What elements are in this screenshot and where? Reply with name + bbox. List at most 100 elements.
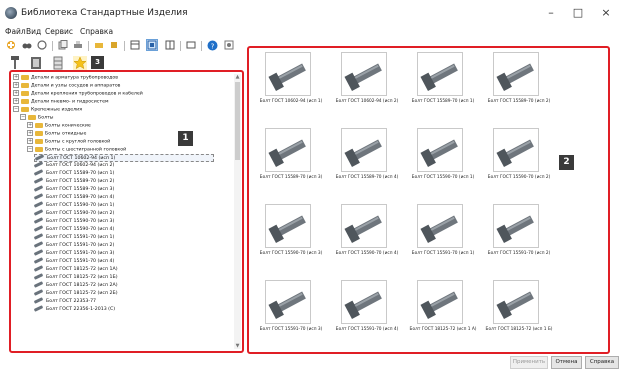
folder-icon <box>21 106 29 112</box>
bolt-icon <box>33 161 44 168</box>
tree-folder-item[interactable]: + Болты откидные <box>27 130 86 138</box>
tree-folder-item[interactable]: + Детали пневмо- и гидросистем <box>13 98 109 106</box>
minimize-button[interactable]: – <box>542 5 560 21</box>
table-icon[interactable] <box>164 39 176 51</box>
tree-leaf-item[interactable]: Болт ГОСТ 22356-1-2013 (С) <box>33 305 115 314</box>
grid-tile[interactable]: Болт ГОСТ 15589-70 (исп 1) <box>405 52 481 122</box>
tree-folder-item[interactable]: + Болты с круглой головкой <box>27 138 110 146</box>
tree-leaf-item[interactable]: Болт ГОСТ 15591-70 (исп 3) <box>33 249 114 258</box>
tree-leaf-item[interactable]: Болт ГОСТ 18125-72 (исп 2А) <box>33 281 118 290</box>
favorites-star-icon[interactable] <box>73 56 87 70</box>
tree-folder-item[interactable]: − Крепежные изделия <box>13 106 82 114</box>
table-view-icon[interactable] <box>185 39 197 51</box>
tree-leaf-item[interactable]: Болт ГОСТ 15591-70 (исп 4) <box>33 257 114 266</box>
tree-leaf-item[interactable]: Болт ГОСТ 15590-70 (исп 2) <box>33 209 114 218</box>
table-config-icon[interactable] <box>51 56 65 70</box>
settings-icon[interactable] <box>223 39 235 51</box>
tree-leaf-item[interactable]: Болт ГОСТ 15589-70 (исп 4) <box>33 193 114 202</box>
grid-tile[interactable]: Болт ГОСТ 18125-72 (исп 1 Б) <box>481 280 557 350</box>
grid-tile-caption: Болт ГОСТ 15591-70 (исп 3) <box>259 327 323 332</box>
collapse-icon[interactable]: − <box>13 106 19 112</box>
filter-icon[interactable] <box>36 39 48 51</box>
tree-item-label: Болт ГОСТ 18125-72 (исп 1А) <box>46 267 118 272</box>
grid-tile[interactable]: Болт ГОСТ 10602-94 (исп 2) <box>329 52 405 122</box>
view-list-icon[interactable] <box>129 39 141 51</box>
tree-folder-item[interactable]: + Детали и арматура трубопроводов <box>13 74 118 82</box>
menu-view[interactable]: Вид <box>26 27 41 36</box>
expand-icon[interactable]: + <box>27 122 33 128</box>
expand-icon[interactable]: + <box>13 98 19 104</box>
bolt-thumbnail-icon <box>493 204 539 248</box>
tree-leaf-item[interactable]: Болт ГОСТ 15589-70 (исп 2) <box>33 177 114 186</box>
grid-tile[interactable]: Болт ГОСТ 15589-70 (исп 4) <box>329 128 405 198</box>
grid-tile[interactable]: Болт ГОСТ 15590-70 (исп 1) <box>405 128 481 198</box>
cancel-button[interactable]: Отмена <box>551 356 582 369</box>
expand-icon[interactable]: + <box>27 130 33 136</box>
folder-icon[interactable] <box>93 39 105 51</box>
print-icon[interactable] <box>72 39 84 51</box>
menu-service[interactable]: Сервис <box>45 27 73 36</box>
expand-icon[interactable]: + <box>13 82 19 88</box>
help-button[interactable]: Справка <box>585 356 619 369</box>
tree-leaf-item[interactable]: Болт ГОСТ 10602-94 (исп 2) <box>33 161 114 170</box>
tree-leaf-item[interactable]: Болт ГОСТ 15590-70 (исп 4) <box>33 225 114 234</box>
grid-tile[interactable]: Болт ГОСТ 15589-70 (исп 3) <box>253 128 329 198</box>
tree-folder-item[interactable]: + Болты конические <box>27 122 91 130</box>
tree-leaf-item[interactable]: Болт ГОСТ 15590-70 (исп 1) <box>33 201 114 210</box>
scroll-thumb[interactable] <box>235 82 240 160</box>
app-icon <box>5 7 17 19</box>
tree-leaf-item[interactable]: Болт ГОСТ 18125-72 (исп 1А) <box>33 265 118 274</box>
bolt-type-icon[interactable] <box>8 56 22 70</box>
grid-tile[interactable]: Болт ГОСТ 15590-70 (исп 3) <box>253 204 329 274</box>
tree-folder-item[interactable]: + Детали крепления трубопроводов и кабеле… <box>13 90 143 98</box>
binoculars-icon[interactable] <box>21 39 33 51</box>
grid-tile[interactable]: Болт ГОСТ 15591-70 (исп 3) <box>253 280 329 350</box>
tree-folder-item[interactable]: − Болты с шестигранной головкой <box>27 146 126 154</box>
bolt-thumbnail-icon <box>341 128 387 172</box>
tree-folder-item[interactable]: + Детали и узлы сосудов и аппаратов <box>13 82 120 90</box>
collapse-icon[interactable]: − <box>20 114 26 120</box>
expand-icon[interactable]: + <box>13 74 19 80</box>
toolbar-separator <box>180 41 181 51</box>
grid-tile[interactable]: Болт ГОСТ 15591-70 (исп 2) <box>481 204 557 274</box>
apply-button[interactable]: Применить <box>510 356 548 369</box>
expand-icon[interactable]: + <box>27 138 33 144</box>
grid-tile[interactable]: Болт ГОСТ 15590-70 (исп 4) <box>329 204 405 274</box>
tree-leaf-item[interactable]: Болт ГОСТ 15591-70 (исп 1) <box>33 233 114 242</box>
expand-icon[interactable]: + <box>13 90 19 96</box>
tree-item-label: Крепежные изделия <box>31 107 83 113</box>
book-icon[interactable] <box>29 56 43 70</box>
tree-leaf-item[interactable]: Болт ГОСТ 15589-70 (исп 1) <box>33 169 114 178</box>
callout-badge-1: 1 <box>178 131 193 146</box>
grid-tile[interactable]: Болт ГОСТ 15591-70 (исп 4) <box>329 280 405 350</box>
tree-leaf-item[interactable]: Болт ГОСТ 18125-72 (исп 2Б) <box>33 289 118 298</box>
grid-tile[interactable]: Болт ГОСТ 10602-94 (исп 1) <box>253 52 329 122</box>
text-icon[interactable] <box>108 39 120 51</box>
folder-icon <box>28 114 36 120</box>
menu-file[interactable]: Файл <box>5 27 26 36</box>
tree-leaf-item[interactable]: Болт ГОСТ 18125-72 (исп 1Б) <box>33 273 118 282</box>
tree-scrollbar[interactable]: ▲ ▼ <box>234 74 241 349</box>
tree-leaf-item[interactable]: Болт ГОСТ 22353-77 <box>33 297 96 306</box>
scroll-up-icon[interactable]: ▲ <box>234 74 241 80</box>
callout-badge-3: 3 <box>91 56 104 69</box>
tree-leaf-item[interactable]: Болт ГОСТ 10602-94 (исп 1) <box>34 154 214 162</box>
grid-tile-caption: Болт ГОСТ 15591-70 (исп 4) <box>335 327 399 332</box>
add-icon[interactable] <box>5 39 17 51</box>
tree-leaf-item[interactable]: Болт ГОСТ 15591-70 (исп 2) <box>33 241 114 250</box>
grid-tile[interactable]: Болт ГОСТ 15590-70 (исп 2) <box>481 128 557 198</box>
help-icon[interactable]: ? <box>206 39 218 51</box>
close-button[interactable]: × <box>597 5 615 21</box>
scroll-down-icon[interactable]: ▼ <box>234 343 241 349</box>
view-thumbnail-icon[interactable] <box>146 39 158 51</box>
tree-leaf-item[interactable]: Болт ГОСТ 15590-70 (исп 3) <box>33 217 114 226</box>
menu-help[interactable]: Справка <box>80 27 113 36</box>
collapse-icon[interactable]: − <box>27 146 33 152</box>
tree-leaf-item[interactable]: Болт ГОСТ 15589-70 (исп 3) <box>33 185 114 194</box>
grid-tile[interactable]: Болт ГОСТ 15589-70 (исп 2) <box>481 52 557 122</box>
copy-icon[interactable] <box>57 39 69 51</box>
grid-tile[interactable]: Болт ГОСТ 18125-72 (исп 1 А) <box>405 280 481 350</box>
tree-folder-item[interactable]: − Болты <box>20 114 54 122</box>
grid-tile[interactable]: Болт ГОСТ 15591-70 (исп 1) <box>405 204 481 274</box>
maximize-button[interactable]: □ <box>569 5 587 21</box>
